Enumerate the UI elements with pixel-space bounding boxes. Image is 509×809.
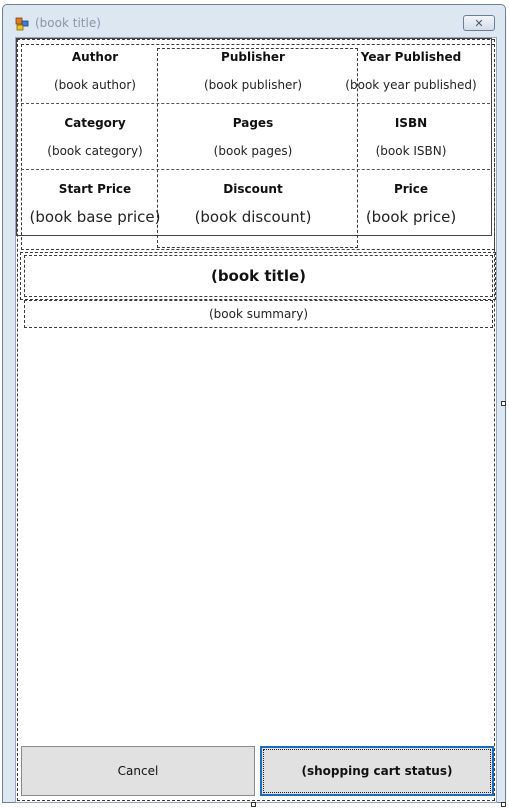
price-value: (book price) [365, 208, 457, 226]
resize-handle-bottom[interactable] [251, 802, 256, 807]
app-icon [15, 17, 29, 31]
book-details-table: Author (book author) Publisher (book pub… [16, 38, 492, 236]
publisher-value: (book publisher) [203, 78, 303, 92]
isbn-label: ISBN [394, 116, 428, 130]
author-value: (book author) [54, 78, 136, 92]
author-label: Author [71, 50, 119, 64]
pages-value: (book pages) [213, 144, 293, 158]
book-summary-label: (book summary) [24, 300, 493, 328]
details-row: Category (book category) Pages (book pag… [16, 104, 490, 170]
cancel-button[interactable]: Cancel [21, 746, 255, 796]
details-row: Start Price (book base price) Discount (… [16, 170, 490, 236]
isbn-value: (book ISBN) [375, 144, 447, 158]
details-row: Author (book author) Publisher (book pub… [16, 38, 490, 104]
discount-value: (book discount) [194, 208, 312, 226]
form-client-area: (book title) (book summary) Author (book… [15, 37, 497, 803]
close-icon: ✕ [474, 16, 484, 30]
start-price-value: (book base price) [29, 208, 161, 226]
category-value: (book category) [47, 144, 143, 158]
publisher-label: Publisher [221, 50, 285, 64]
start-price-label: Start Price [58, 182, 132, 196]
title-bar[interactable]: (book title) ✕ [3, 5, 505, 37]
book-summary-text: (book summary) [208, 307, 309, 321]
close-button[interactable]: ✕ [463, 15, 495, 31]
shopping-cart-status-button[interactable]: (shopping cart status) [260, 746, 494, 796]
resize-handle-right[interactable] [501, 401, 506, 406]
pages-label: Pages [232, 116, 274, 130]
book-title-text: (book title) [210, 267, 307, 285]
focus-rectangle [263, 749, 491, 793]
category-label: Category [64, 116, 126, 130]
resize-handle-corner[interactable] [501, 802, 506, 807]
year-published-label: Year Published [360, 50, 462, 64]
window-title: (book title) [35, 16, 101, 30]
book-title-label: (book title) [24, 255, 493, 297]
price-label: Price [393, 182, 429, 196]
year-published-value: (book year published) [345, 78, 477, 92]
book-details-window: (book title) ✕ (book title) (book summar… [2, 4, 506, 803]
discount-label: Discount [223, 182, 283, 196]
